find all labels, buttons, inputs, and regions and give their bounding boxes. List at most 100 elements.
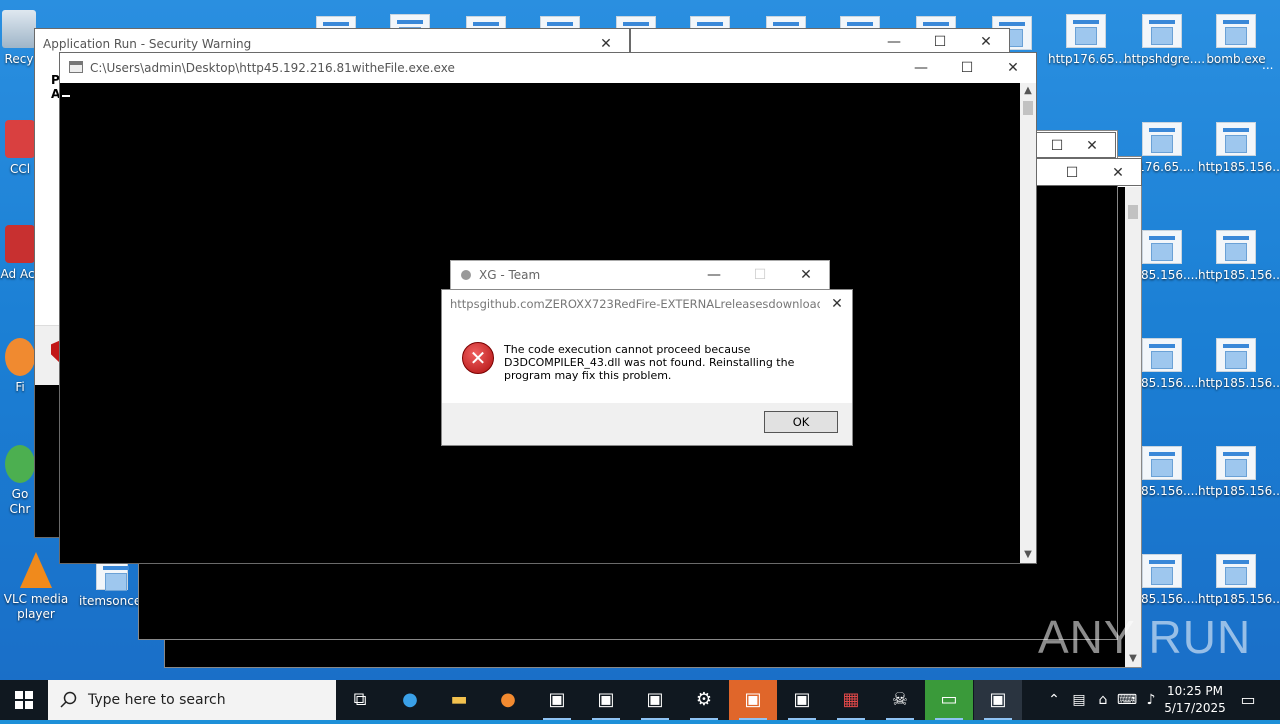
tray-device-icon[interactable]: ⌂ [1090,680,1116,720]
partial-icon-label: ... [1262,58,1274,72]
notifications-icon[interactable]: ▭ [1230,680,1266,720]
window-title: Application Run - Security Warning [43,37,252,51]
search-icon [60,691,77,708]
network-icon[interactable]: ⌨ [1114,680,1140,720]
desktop-file-http185-1[interactable]: http185.156.... [1198,122,1280,175]
file-icon [1142,338,1182,372]
skull-taskbar-icon[interactable]: ☠ [876,680,924,720]
desktop-icon-label: CCl [9,162,31,176]
ccleaner-glyph [5,120,35,158]
firefox-glyph [5,338,35,376]
desktop-icon-label: httpshdgre.... [1124,52,1206,66]
close-icon[interactable]: ✕ [822,290,852,318]
close-icon[interactable]: ✕ [1095,159,1141,187]
start-button[interactable] [0,680,48,720]
search-placeholder: Type here to search [88,692,226,708]
window-controls: — ☐ ✕ [691,261,829,289]
console-taskbar-icon[interactable]: ▣ [582,680,630,720]
tray-app-icon[interactable]: ▤ [1066,680,1092,720]
maximize-icon[interactable]: ☐ [1049,159,1095,187]
maximize-icon[interactable]: ☐ [737,261,783,289]
scroll-down-icon[interactable]: ▼ [1020,547,1036,563]
file-icon [1142,446,1182,480]
window-controls: — ☐ ✕ [898,53,1036,83]
close-icon[interactable]: ✕ [783,261,829,289]
error-icon: ✕ [462,342,494,374]
window-title: C:\Users\admin\Desktop\http45.192.216.81… [90,61,455,75]
show-hidden-icons[interactable]: ⌃ [1040,680,1068,720]
desktop-file-http185-5[interactable]: http185.156.... [1198,554,1280,607]
file-icon [1216,14,1256,48]
acrobat-glyph [5,225,35,263]
clock[interactable]: 10:25 PM 5/17/2025 [1162,683,1228,717]
scroll-thumb[interactable] [1023,101,1033,115]
close-icon[interactable]: ✕ [990,53,1036,83]
security-warning-taskbar-icon[interactable]: ⚙ [680,680,728,720]
file-explorer-icon[interactable]: ▬ [435,680,483,720]
file-icon [1066,14,1106,48]
titlebar[interactable]: C:\Users\admin\Desktop\http45.192.216.81… [60,53,1036,83]
dialog-title: httpsgithub.comZEROXX723RedFire-EXTERNAL… [450,297,820,311]
desktop-icon-label: http185.156.... [1198,484,1280,498]
file-icon [1216,122,1256,156]
ok-button[interactable]: OK [764,411,838,433]
desktop-icon-label: Go Chr [9,487,31,516]
desktop-file-httpshdgre[interactable]: httpshdgre.... [1124,14,1205,67]
desktop-icon-label: itemsonce. [78,594,146,608]
firefox-icon[interactable]: ● [484,680,532,720]
close-icon[interactable]: ✕ [1069,133,1115,159]
desktop-icon-label: http185.156.... [1198,592,1280,606]
file-icon [1142,554,1182,588]
desktop-icon-label: Fi [15,380,25,394]
minimize-icon[interactable]: — [691,261,737,289]
file-icon [96,560,129,591]
desktop-icon-label: Recy [4,52,34,66]
maximize-icon[interactable]: ☐ [944,53,990,83]
scrollbar[interactable]: ▲ ▼ [1020,83,1036,563]
scroll-up-icon[interactable]: ▲ [1020,83,1036,99]
background-window-2[interactable]: ☐ ✕ [1036,132,1116,158]
search-box[interactable]: Type here to search [48,680,336,720]
desktop-file-http185-3[interactable]: http185.156.... [1198,338,1280,391]
task-view-icon[interactable]: ⧉ [336,680,384,720]
console-taskbar-icon[interactable]: ▣ [533,680,581,720]
dialog-footer: OK [442,403,852,445]
dialog-titlebar[interactable]: httpsgithub.comZEROXX723RedFire-EXTERNAL… [442,290,852,318]
recycle-bin-glyph [2,10,36,48]
taskbar: Type here to search ⧉ ● ▬ ● ▣ ▣ ▣ ⚙ ▣ ▣ … [0,680,1280,720]
desktop-file-http185-2[interactable]: http185.156.... [1198,230,1280,283]
desktop-file-http185-4[interactable]: http185.156.... [1198,446,1280,499]
desktop-file-http176[interactable]: http176.65.... [1048,14,1130,67]
vlc-cone-icon [20,552,52,588]
window-controls: ☐ ✕ [1049,159,1141,187]
console-taskbar-icon[interactable]: ▣ [974,680,1022,720]
file-icon [1216,446,1256,480]
scroll-thumb[interactable] [1128,205,1138,219]
window-title: XG - Team [479,268,541,282]
active-console-taskbar-icon[interactable]: ▣ [729,680,777,720]
file-icon [1216,230,1256,264]
network-app-taskbar-icon[interactable]: ▭ [925,680,973,720]
file-icon [1142,14,1182,48]
desktop-icon-label: http176.65.... [1048,52,1130,66]
console-taskbar-icon[interactable]: ▣ [631,680,679,720]
desktop-icon-label: http185.156.... [1198,268,1280,282]
error-message: The code execution cannot proceed becaus… [504,343,795,382]
error-dialog[interactable]: httpsgithub.comZEROXX723RedFire-EXTERNAL… [441,289,853,446]
chrome-glyph [5,445,35,483]
console-app-icon [69,61,83,73]
minimize-icon[interactable]: — [898,53,944,83]
maximize-icon[interactable]: ☐ [1045,133,1069,159]
edge-icon[interactable]: ● [386,680,434,720]
scrollbar[interactable]: ▼ [1125,187,1141,667]
titlebar[interactable]: XG - Team — ☐ ✕ [451,261,829,289]
background-window-3[interactable]: ☐ ✕ [1036,158,1142,186]
archive-taskbar-icon[interactable]: ▦ [827,680,875,720]
volume-icon[interactable]: ♪ [1138,680,1164,720]
clock-time: 10:25 PM [1167,684,1223,698]
console-taskbar-icon[interactable]: ▣ [778,680,826,720]
file-icon [1216,338,1256,372]
desktop-icon-label: http185.156.... [1198,160,1280,174]
app-icon [461,270,471,280]
background-window[interactable]: — ☐ ✕ [630,28,1010,54]
